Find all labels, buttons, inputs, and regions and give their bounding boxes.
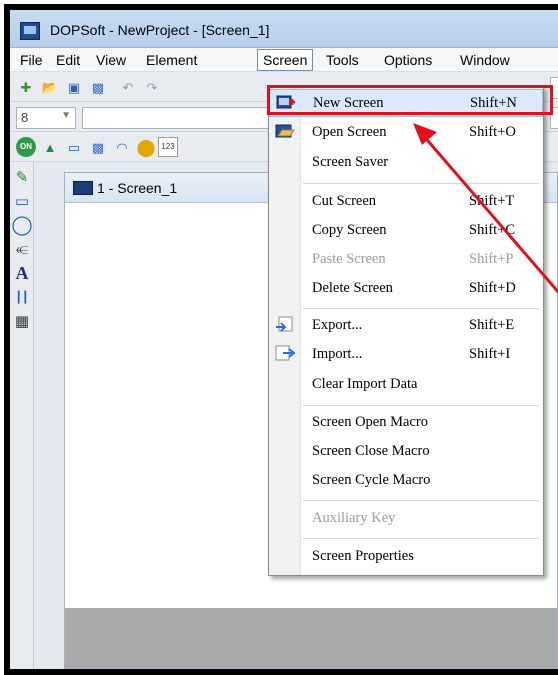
window-title: DOPSoft - NewProject - [Screen_1] [50, 22, 270, 38]
menu-item-shortcut: Shift+I [469, 346, 511, 362]
menu-item-label: Import... [312, 346, 363, 362]
switch-on-icon[interactable]: ON [16, 137, 36, 157]
menu-separator [303, 500, 539, 501]
drawing-toolbar: ✎ ▭ ◯ ⥺ A ┃┃ ▦ [10, 162, 34, 669]
new-screen-icon [276, 95, 295, 109]
export-icon [276, 316, 293, 332]
menu-item-label: Screen Properties [312, 548, 414, 564]
menu-item-shortcut: Shift+N [470, 95, 517, 111]
menu-item-label: New Screen [313, 95, 384, 111]
menu-item-import[interactable]: Import... Shift+I [269, 341, 543, 369]
title-bar: DOPSoft - NewProject - [Screen_1] [10, 10, 558, 48]
menu-item-label: Clear Import Data [312, 376, 418, 392]
pencil-icon[interactable]: ✎ [11, 166, 33, 188]
menu-item-label: Screen Close Macro [312, 443, 430, 459]
menu-screen[interactable]: Screen [257, 49, 314, 71]
redo-icon[interactable]: ↷ [142, 77, 162, 97]
menu-item-export[interactable]: Export... Shift+E [269, 312, 543, 340]
menu-item-cut-screen[interactable]: Cut Screen Shift+T [269, 188, 543, 216]
menu-tools[interactable]: Tools [322, 52, 363, 68]
menu-separator [303, 183, 539, 184]
menu-item-shortcut: Shift+T [469, 193, 515, 209]
menu-window[interactable]: Window [456, 52, 514, 68]
menu-item-screen-close-macro[interactable]: Screen Close Macro [269, 438, 543, 466]
screen-icon [73, 181, 93, 195]
menu-item-screen-saver[interactable]: Screen Saver [269, 149, 543, 177]
menu-item-new-screen[interactable]: New Screen Shift+N [269, 89, 543, 117]
text-tool-icon[interactable]: A [11, 262, 33, 284]
chevron-down-icon: ▼ [61, 110, 71, 121]
menu-item-shortcut: Shift+C [469, 222, 516, 238]
menu-element[interactable]: Element [142, 52, 201, 68]
menu-options[interactable]: Options [380, 52, 436, 68]
open-screen-icon [275, 124, 295, 138]
menu-item-screen-properties[interactable]: Screen Properties [269, 543, 543, 571]
app-window: DOPSoft - NewProject - [Screen_1] File E… [4, 4, 558, 675]
menu-file[interactable]: File [16, 52, 47, 68]
import-icon [275, 345, 295, 361]
menu-item-open-screen[interactable]: Open Screen Shift+O [269, 119, 543, 147]
open-folder-icon[interactable]: 📂 [40, 77, 60, 97]
menu-item-copy-screen[interactable]: Copy Screen Shift+C [269, 217, 543, 245]
menu-item-label: Paste Screen [312, 251, 386, 267]
menu-item-label: Screen Cycle Macro [312, 472, 431, 488]
menu-item-screen-cycle-macro[interactable]: Screen Cycle Macro [269, 467, 543, 495]
menu-separator [303, 405, 539, 406]
menu-item-label: Auxiliary Key [312, 510, 396, 526]
menu-item-shortcut: Shift+P [469, 251, 514, 267]
menu-item-label: Export... [312, 317, 363, 333]
save-icon[interactable]: ▣ [64, 77, 84, 97]
rectangle-tool-icon[interactable]: ▭ [11, 190, 33, 212]
menu-item-label: Copy Screen [312, 222, 387, 238]
rectangle-element-icon[interactable]: ▭ [64, 137, 84, 157]
menu-item-delete-screen[interactable]: Delete Screen Shift+D [269, 275, 543, 303]
font-size-select[interactable]: 8 ▼ [16, 107, 76, 129]
menu-bar: File Edit View Element Screen Tools Opti… [10, 48, 558, 72]
menu-edit[interactable]: Edit [52, 52, 84, 68]
polyline-tool-icon[interactable]: ⥺ [11, 238, 33, 260]
save-as-icon[interactable]: ▩ [88, 77, 108, 97]
menu-item-screen-open-macro[interactable]: Screen Open Macro [269, 409, 543, 437]
circle-tool-icon[interactable]: ◯ [11, 214, 33, 236]
menu-view[interactable]: View [92, 52, 130, 68]
menu-item-shortcut: Shift+E [469, 317, 515, 333]
table-tool-icon[interactable]: ▦ [11, 310, 33, 332]
font-size-value: 8 [21, 110, 29, 125]
menu-item-paste-screen: Paste Screen Shift+P [269, 246, 543, 274]
menu-item-shortcut: Shift+O [469, 124, 516, 140]
numeric-input-icon[interactable]: 123 [158, 137, 178, 157]
menu-item-label: Cut Screen [312, 193, 377, 209]
menu-item-label: Open Screen [312, 124, 387, 140]
undo-icon[interactable]: ↶ [118, 77, 138, 97]
menu-item-clear-import-data[interactable]: Clear Import Data [269, 371, 543, 399]
indicator-icon[interactable]: ⬤ [136, 137, 156, 157]
lamp-icon[interactable]: ▲ [40, 137, 60, 157]
menu-item-label: Screen Open Macro [312, 414, 428, 430]
scale-tool-icon[interactable]: ┃┃ [11, 286, 33, 308]
menu-item-auxiliary-key: Auxiliary Key [269, 505, 543, 533]
meter-icon[interactable]: ◠ [112, 137, 132, 157]
new-file-icon[interactable]: ✚ [16, 77, 36, 97]
screen-menu-dropdown: New Screen Shift+N Open Screen Shift+O S… [267, 85, 553, 576]
canvas-margin [65, 608, 557, 668]
font-name-select[interactable] [82, 107, 272, 129]
menu-item-label: Screen Saver [312, 154, 389, 170]
document-title: 1 - Screen_1 [97, 180, 178, 196]
menu-item-shortcut: Shift+D [469, 280, 516, 296]
format-overflow[interactable] [550, 107, 558, 129]
toolbar-overflow[interactable] [550, 77, 558, 99]
app-icon [20, 22, 40, 40]
menu-item-label: Delete Screen [312, 280, 393, 296]
cylinder-icon[interactable]: ▩ [88, 137, 108, 157]
menu-separator [303, 538, 539, 539]
menu-separator [303, 308, 539, 309]
